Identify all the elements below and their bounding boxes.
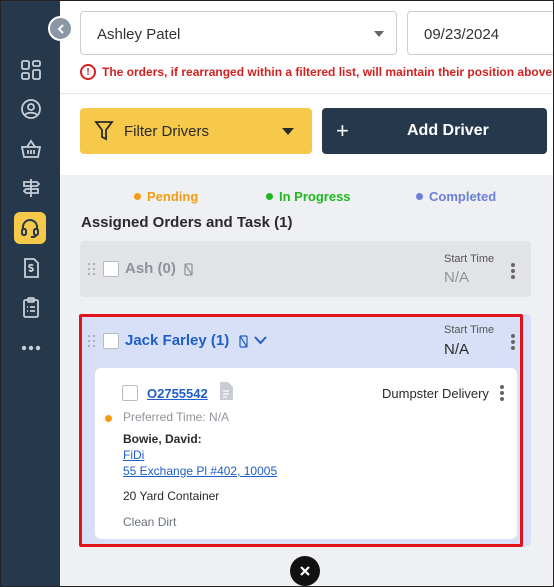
signpost-icon[interactable] (16, 173, 46, 203)
plus-icon: + (336, 118, 349, 143)
legend-completed-label: Completed (429, 189, 497, 204)
add-driver-button[interactable]: + Add Driver (322, 108, 547, 154)
drag-handle-icon[interactable] (88, 335, 96, 347)
customer-name: Bowie, David: (123, 432, 202, 446)
driver-select[interactable]: Ashley Patel (80, 11, 397, 55)
driver-checkbox[interactable] (103, 333, 119, 349)
section-title: Assigned Orders and Task (1) (81, 214, 293, 231)
warning-text: The orders, if rearranged within a filte… (102, 65, 554, 79)
legend-pending: Pending (134, 189, 198, 204)
driver-name: Jack Farley (1) (125, 332, 230, 349)
driver-checkbox[interactable] (103, 261, 119, 277)
material-type: Clean Dirt (123, 515, 177, 529)
chevron-down-icon (374, 31, 384, 37)
legend-completed: Completed (416, 189, 496, 204)
warning-message: ! The orders, if rearranged within a fil… (80, 63, 554, 81)
add-driver-label: Add Driver (407, 122, 489, 139)
preferred-time: Preferred Time: N/A (123, 410, 230, 424)
start-time-value: N/A (444, 269, 470, 286)
phone-slash-icon (239, 335, 248, 348)
funnel-icon (94, 121, 114, 141)
filter-drivers-button[interactable]: Filter Drivers (80, 108, 312, 154)
in-progress-dot (266, 193, 273, 200)
divider (60, 93, 553, 94)
app-frame: Ashley Patel 09/23/2024 ! The orders, if… (0, 0, 554, 587)
order-checkbox[interactable] (122, 385, 138, 401)
kebab-menu-icon[interactable] (511, 334, 515, 350)
driver-select-value: Ashley Patel (97, 26, 181, 43)
close-button[interactable] (290, 556, 320, 586)
container-size: 20 Yard Container (123, 489, 220, 503)
legend-pending-label: Pending (147, 189, 199, 204)
legend-in-progress-label: In Progress (279, 189, 351, 204)
location-link[interactable]: FiDi (123, 448, 144, 462)
kebab-menu-icon[interactable] (500, 385, 504, 401)
headset-icon[interactable] (14, 212, 46, 244)
drag-handle-icon[interactable] (88, 263, 96, 275)
document-icon[interactable] (219, 382, 233, 400)
phone-slash-icon (184, 263, 193, 276)
completed-dot (416, 193, 423, 200)
basket-icon[interactable] (16, 134, 46, 164)
order-type: Dumpster Delivery (382, 386, 489, 401)
more-dots-icon[interactable] (16, 333, 46, 363)
invoice-dollar-icon[interactable] (16, 253, 46, 283)
date-field[interactable]: 09/23/2024 (407, 11, 553, 55)
caret-down-icon (282, 128, 294, 135)
pending-dot (134, 193, 141, 200)
close-icon (300, 566, 310, 576)
chevron-left-icon[interactable] (48, 16, 73, 41)
sidebar (1, 1, 60, 586)
user-circle-icon[interactable] (16, 94, 46, 124)
main-content: Ashley Patel 09/23/2024 ! The orders, if… (60, 1, 554, 586)
address-link[interactable]: 55 Exchange Pl #402, 10005 (123, 464, 277, 478)
status-pending-dot (105, 415, 112, 422)
order-id-link[interactable]: O2755542 (147, 386, 208, 401)
start-time-label: Start Time (444, 324, 495, 336)
legend-in-progress: In Progress (266, 189, 351, 204)
driver-name: Ash (0) (125, 260, 176, 277)
clipboard-icon[interactable] (16, 292, 46, 322)
dashboard-icon[interactable] (16, 55, 46, 85)
chevron-down-icon[interactable] (254, 336, 267, 345)
start-time-label: Start Time (444, 253, 495, 265)
filter-drivers-label: Filter Drivers (124, 123, 209, 140)
driver-row-ash[interactable]: Ash (0) Start Time N/A (80, 241, 531, 297)
order-card[interactable]: O2755542 Dumpster Delivery Preferred Tim… (95, 368, 517, 539)
kebab-menu-icon[interactable] (511, 263, 515, 279)
exclamation-circle-icon: ! (80, 64, 96, 80)
start-time-value: N/A (444, 341, 470, 358)
date-value: 09/23/2024 (424, 26, 500, 43)
